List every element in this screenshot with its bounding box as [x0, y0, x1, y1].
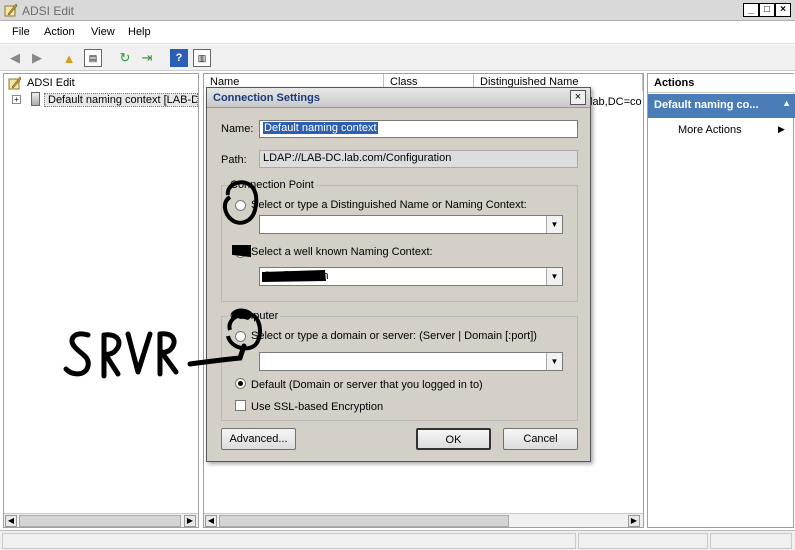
scroll-thumb[interactable]	[219, 515, 509, 527]
radio-select-dn[interactable]	[235, 200, 246, 211]
server-icon	[31, 92, 40, 106]
show-action-pane-icon[interactable]: ▥	[193, 49, 211, 67]
computer-group: Computer Select or type a domain or serv…	[221, 310, 578, 421]
menu-action[interactable]: Action	[44, 26, 75, 38]
dn-combobox-value	[260, 216, 562, 220]
chevron-down-icon[interactable]: ▼	[546, 353, 562, 370]
adsi-edit-icon	[8, 76, 22, 90]
tree-pane: ADSI Edit + Default naming context [LAB-…	[3, 73, 199, 528]
status-segment	[578, 533, 708, 549]
dialog-title-bar: Connection Settings ×	[207, 88, 590, 108]
status-segment	[710, 533, 792, 549]
forward-arrow-icon[interactable]: ▶	[28, 49, 46, 67]
actions-header: Actions	[648, 74, 795, 93]
back-arrow-icon[interactable]: ◀	[6, 49, 24, 67]
scroll-thumb[interactable]	[19, 515, 181, 527]
option-known-label[interactable]: Select a well known Naming Context:	[251, 246, 433, 258]
status-segment	[2, 533, 576, 549]
name-field[interactable]: Default naming context	[259, 120, 578, 138]
adsi-edit-icon	[4, 3, 18, 17]
actions-context-header[interactable]: Default naming co... ▲	[648, 94, 795, 118]
option-default-label[interactable]: Default (Domain or server that you logge…	[251, 379, 483, 391]
expand-icon[interactable]: +	[12, 95, 21, 104]
minimize-button[interactable]: _	[743, 3, 759, 17]
dialog-title: Connection Settings	[213, 92, 320, 104]
list-cell-dn: lab,DC=co	[590, 96, 642, 108]
path-field: LDAP://LAB-DC.lab.com/Configuration	[259, 150, 578, 168]
tree-node-default-naming-context[interactable]: Default naming context [LAB-DC	[44, 93, 198, 107]
more-actions-item[interactable]: More Actions	[678, 124, 742, 136]
up-folder-icon[interactable]: ▲	[60, 49, 78, 67]
status-bar	[0, 530, 795, 550]
radio-select-server[interactable]	[235, 331, 246, 342]
tree-root-label[interactable]: ADSI Edit	[27, 77, 75, 89]
scroll-left-icon[interactable]: ◀	[205, 515, 217, 527]
show-hide-tree-icon[interactable]: ▤	[84, 49, 102, 67]
menu-bar: File Action View Help	[0, 22, 795, 44]
path-label: Path:	[221, 154, 247, 166]
cancel-button[interactable]: Cancel	[503, 428, 578, 450]
window-title-bar: ADSI Edit _ □ ×	[0, 0, 795, 21]
chevron-down-icon[interactable]: ▼	[546, 268, 562, 285]
list-scrollbar[interactable]: ◀ ▶	[204, 513, 643, 527]
window-title: ADSI Edit	[22, 4, 75, 18]
collapse-icon[interactable]: ▲	[782, 98, 791, 108]
name-label: Name:	[221, 123, 254, 135]
connection-point-group: Connection Point Select or type a Distin…	[221, 179, 578, 302]
radio-default-server[interactable]	[235, 378, 246, 389]
name-value: Default naming context	[263, 122, 378, 134]
menu-file[interactable]: File	[12, 26, 30, 38]
dialog-close-button[interactable]: ×	[570, 90, 586, 105]
toolbar: ◀ ▶ ▲ ▤ ↻ ⇥ ? ▥	[0, 45, 795, 71]
ssl-checkbox[interactable]	[235, 400, 246, 411]
close-button[interactable]: ×	[775, 3, 791, 17]
ssl-label[interactable]: Use SSL-based Encryption	[251, 401, 383, 413]
maximize-button[interactable]: □	[759, 3, 775, 17]
scroll-right-icon[interactable]: ▶	[184, 515, 196, 527]
naming-context-value: Configuration	[263, 270, 329, 282]
server-combobox-value	[260, 353, 562, 357]
scroll-left-icon[interactable]: ◀	[5, 515, 17, 527]
submenu-arrow-icon: ▶	[778, 124, 785, 134]
option-server-label[interactable]: Select or type a domain or server: (Serv…	[251, 330, 537, 342]
option-dn-label[interactable]: Select or type a Distinguished Name or N…	[251, 199, 527, 211]
dn-combobox[interactable]: ▼	[259, 215, 563, 234]
scroll-right-icon[interactable]: ▶	[628, 515, 640, 527]
connection-point-legend: Connection Point	[228, 179, 316, 191]
naming-context-combobox[interactable]: Configuration ▼	[259, 267, 563, 286]
chevron-down-icon[interactable]: ▼	[546, 216, 562, 233]
connection-settings-dialog: Connection Settings × Name: Default nami…	[206, 87, 591, 462]
tree-scrollbar[interactable]: ◀ ▶	[4, 513, 198, 527]
actions-context-label: Default naming co...	[654, 99, 759, 111]
radio-well-known[interactable]	[235, 247, 246, 258]
menu-view[interactable]: View	[91, 26, 115, 38]
menu-help[interactable]: Help	[128, 26, 151, 38]
advanced-button[interactable]: Advanced...	[221, 428, 296, 450]
actions-pane: Actions Default naming co... ▲ More Acti…	[647, 73, 795, 528]
ok-button[interactable]: OK	[416, 428, 491, 450]
server-combobox[interactable]: ▼	[259, 352, 563, 371]
computer-legend: Computer	[228, 310, 281, 322]
export-list-icon[interactable]: ⇥	[138, 49, 156, 67]
help-icon[interactable]: ?	[170, 49, 188, 67]
refresh-icon[interactable]: ↻	[116, 49, 134, 67]
